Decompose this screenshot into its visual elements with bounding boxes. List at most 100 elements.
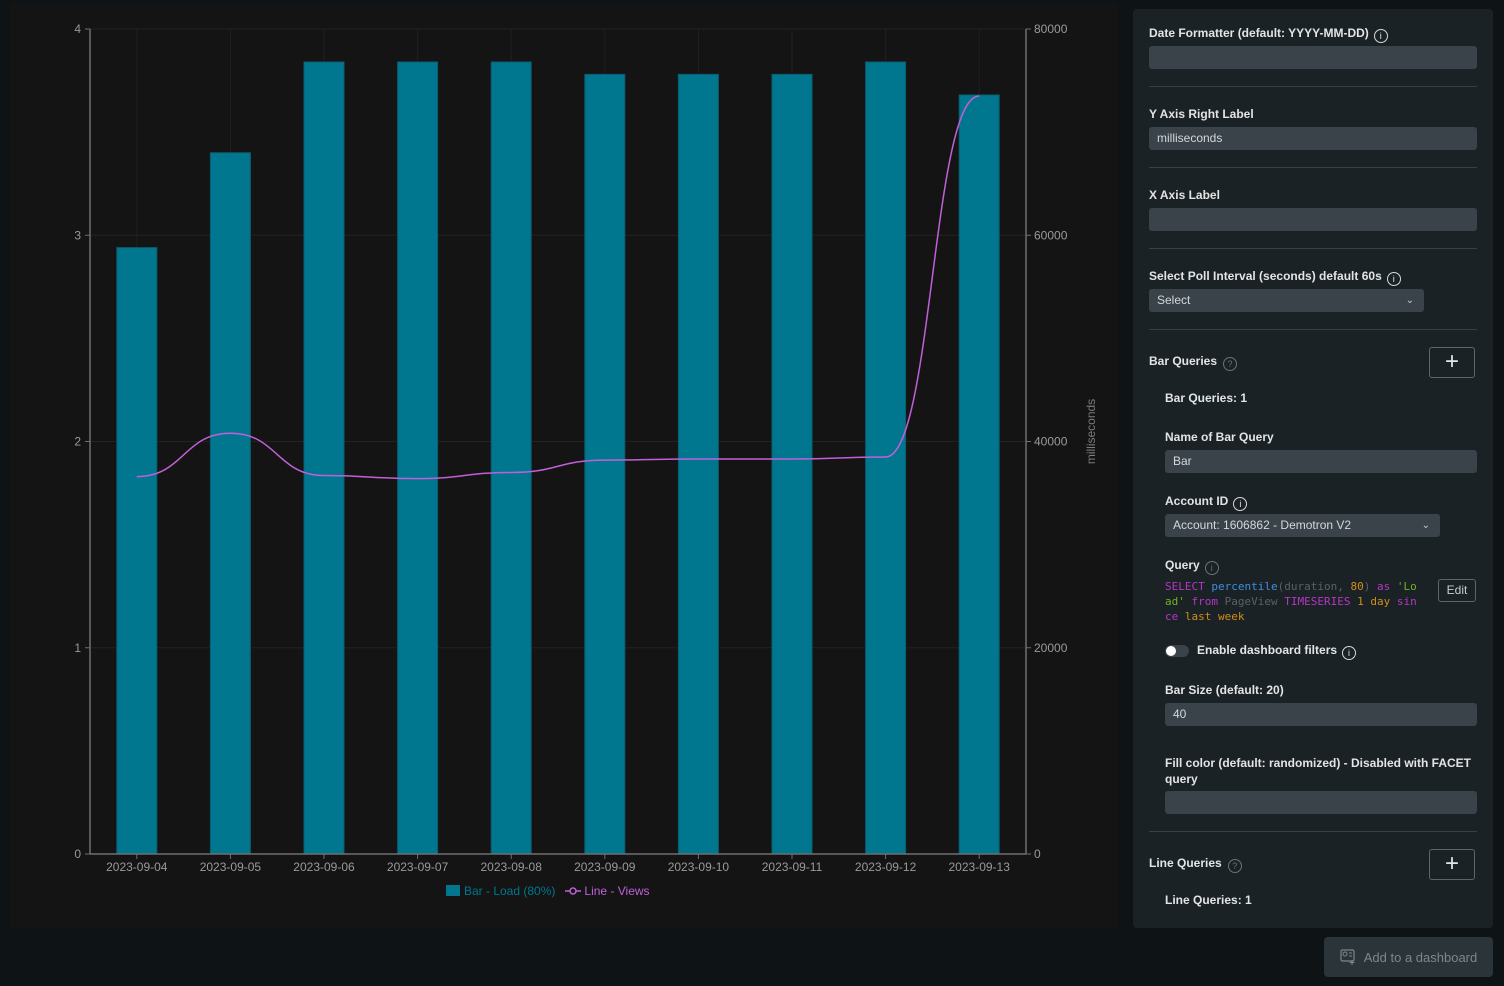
account-id-value: Account: 1606862 - Demotron V2: [1173, 518, 1352, 532]
y-right-tick-label: 40000: [1034, 435, 1068, 449]
x-tick-label: 2023-09-12: [855, 860, 917, 874]
divider: [1149, 329, 1477, 330]
bar[interactable]: [116, 247, 158, 855]
date-formatter-label: Date Formatter (default: YYYY-MM-DD) i: [1149, 26, 1388, 43]
chart-panel: 0 1 2 3 4 0 20000 40000 60000 80000 2023-09-04 2023…: [10, 4, 1118, 928]
y-right-tick-label: 80000: [1034, 22, 1068, 36]
y-left-tick-label: 0: [74, 847, 81, 861]
x-tick-label: 2023-09-09: [574, 860, 636, 874]
chevron-down-icon: ⌄: [1421, 520, 1430, 531]
dashboard-add-icon: [1340, 949, 1355, 965]
x-tick-label: 2023-09-07: [387, 860, 449, 874]
code-token: 80: [1350, 580, 1364, 593]
fill-color-input[interactable]: [1165, 791, 1477, 814]
legend-item-line[interactable]: Line - Views: [565, 884, 650, 898]
code-token: as: [1376, 580, 1391, 593]
bar-queries-label-text: Bar Queries: [1149, 354, 1218, 368]
code-token: last week: [1184, 610, 1245, 623]
x-tick-label: 2023-09-04: [106, 860, 168, 874]
chart: 0 1 2 3 4 0 20000 40000 60000 80000 2023-09-04 2023…: [74, 22, 1098, 874]
add-to-dashboard-label: Add to a dashboard: [1363, 949, 1478, 965]
code-token: from: [1191, 595, 1219, 608]
bar[interactable]: [397, 61, 439, 855]
y-axis-right-input[interactable]: milliseconds: [1149, 127, 1477, 150]
x-tick-label: 2023-09-11: [762, 860, 823, 874]
x-tick-label: 2023-09-13: [949, 860, 1011, 874]
add-bar-query-button[interactable]: +: [1429, 347, 1475, 378]
divider: [1149, 86, 1477, 87]
code-token: ): [1363, 580, 1377, 593]
y-left-tick-label: 3: [74, 228, 81, 242]
account-id-label-text: Account ID: [1165, 494, 1229, 508]
x-tick-label: 2023-09-05: [200, 860, 262, 874]
bar[interactable]: [303, 61, 345, 855]
account-id-label: Account ID i: [1165, 494, 1248, 511]
legend-item-bar[interactable]: Bar - Load (80%): [446, 884, 555, 898]
bar[interactable]: [771, 73, 813, 855]
bar[interactable]: [865, 61, 907, 855]
add-to-dashboard-button[interactable]: Add to a dashboard: [1324, 937, 1493, 977]
edit-query-button[interactable]: Edit: [1438, 579, 1476, 602]
bar-queries-count: Bar Queries: 1: [1165, 391, 1248, 405]
add-line-query-button[interactable]: +: [1429, 849, 1475, 880]
x-axis-input[interactable]: [1149, 208, 1477, 231]
poll-interval-label: Select Poll Interval (seconds) default 6…: [1149, 269, 1401, 286]
y-axis-right-label: Y Axis Right Label: [1149, 107, 1254, 121]
line-series-views: [136, 95, 980, 480]
poll-interval-select[interactable]: Select ⌄: [1149, 289, 1424, 312]
date-formatter-input[interactable]: [1149, 46, 1477, 69]
code-token: TIMESERIES: [1284, 595, 1351, 608]
y-left-tick-label: 4: [74, 22, 81, 36]
info-icon[interactable]: i: [1373, 29, 1388, 43]
help-icon[interactable]: ?: [1227, 859, 1242, 873]
code-token: (duration,: [1277, 580, 1351, 593]
info-icon[interactable]: i: [1204, 561, 1219, 575]
account-id-select[interactable]: Account: 1606862 - Demotron V2 ⌄: [1165, 514, 1440, 537]
x-tick-label: 2023-09-06: [293, 860, 355, 874]
poll-interval-value: Select: [1157, 293, 1191, 307]
bar[interactable]: [490, 61, 532, 855]
dashboard-filters-label-text: Enable dashboard filters: [1197, 643, 1338, 657]
bar-size-input[interactable]: 40: [1165, 703, 1477, 726]
bar-query-name-input[interactable]: Bar: [1165, 450, 1477, 473]
legend-line-label: Line - Views: [584, 884, 650, 898]
code-token: 1 day: [1357, 595, 1391, 608]
poll-interval-label-text: Select Poll Interval (seconds) default 6…: [1149, 269, 1382, 283]
legend-bar-label: Bar - Load (80%): [464, 884, 556, 898]
y-right-tick-label: 20000: [1034, 641, 1068, 655]
info-icon[interactable]: i: [1342, 646, 1357, 660]
x-axis-label: X Axis Label: [1149, 188, 1220, 202]
code-token: percentile: [1211, 580, 1278, 593]
x-tick-label: 2023-09-08: [481, 860, 543, 874]
info-icon[interactable]: i: [1386, 272, 1401, 286]
y-right-axis-title: milliseconds: [1084, 399, 1098, 464]
y-left-tick-label: 1: [74, 641, 81, 655]
bar[interactable]: [677, 73, 719, 855]
line-queries-label: Line Queries?: [1149, 856, 1242, 873]
dashboard-filters-label: Enable dashboard filters i: [1197, 643, 1357, 660]
bar-queries-label: Bar Queries?: [1149, 354, 1238, 371]
toggle-knob: [1166, 646, 1176, 656]
query-label-text: Query: [1165, 558, 1200, 572]
bar[interactable]: [584, 73, 626, 855]
code-token: PageView: [1224, 595, 1278, 608]
y-right-tick-label: 0: [1034, 847, 1041, 861]
y-left-tick-label: 2: [74, 435, 81, 449]
x-tick-label: 2023-09-10: [668, 860, 730, 874]
line-marker-icon: [565, 887, 582, 895]
chart-legend: Bar - Load (80%) Line - Views: [446, 884, 650, 898]
code-token: SELECT: [1165, 580, 1205, 593]
help-icon[interactable]: ?: [1223, 357, 1238, 371]
line-queries-label-text: Line Queries: [1149, 856, 1222, 870]
dashboard-filters-toggle[interactable]: [1165, 645, 1189, 657]
line-queries-count: Line Queries: 1: [1165, 893, 1252, 907]
query-code: SELECT percentile(duration, 80) as 'Load…: [1165, 579, 1423, 624]
settings-panel: Date Formatter (default: YYYY-MM-DD) i Y …: [1133, 9, 1493, 928]
info-icon[interactable]: i: [1233, 497, 1248, 511]
divider: [1149, 167, 1477, 168]
bar[interactable]: [209, 152, 251, 855]
bar-query-name-label: Name of Bar Query: [1165, 430, 1274, 444]
fill-color-label: Fill color (default: randomized) - Disab…: [1165, 756, 1472, 786]
bar[interactable]: [958, 94, 1000, 855]
bar-swatch-icon: [446, 885, 460, 896]
